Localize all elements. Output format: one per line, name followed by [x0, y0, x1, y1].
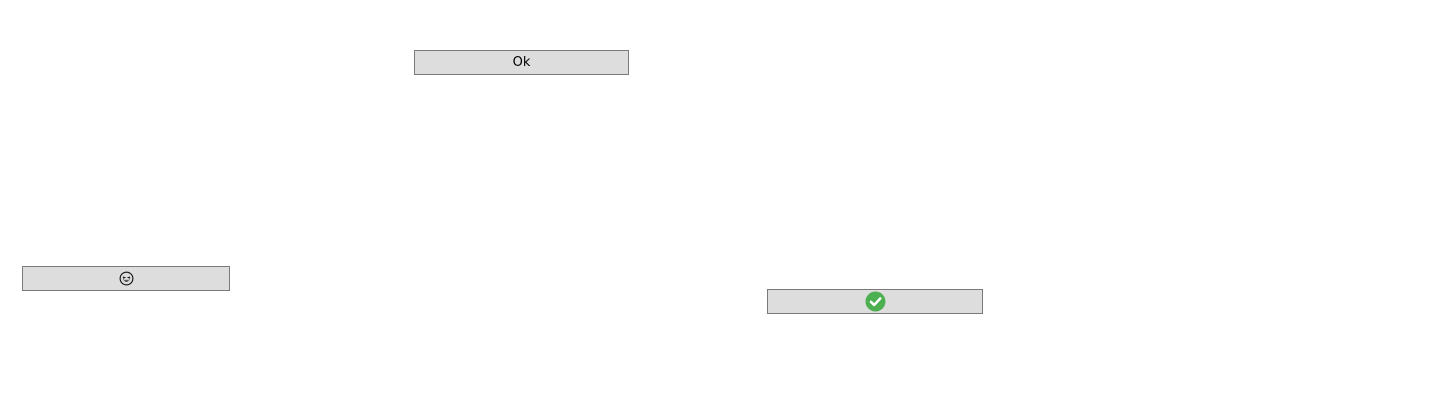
green-checkmark-circle-icon [865, 291, 885, 312]
emoji-button[interactable] [22, 266, 230, 291]
ok-button-label: Ok [512, 55, 531, 70]
grinning-squinting-face-icon [119, 271, 133, 286]
confirm-button[interactable] [767, 289, 983, 314]
ok-button[interactable]: Ok [414, 50, 629, 75]
